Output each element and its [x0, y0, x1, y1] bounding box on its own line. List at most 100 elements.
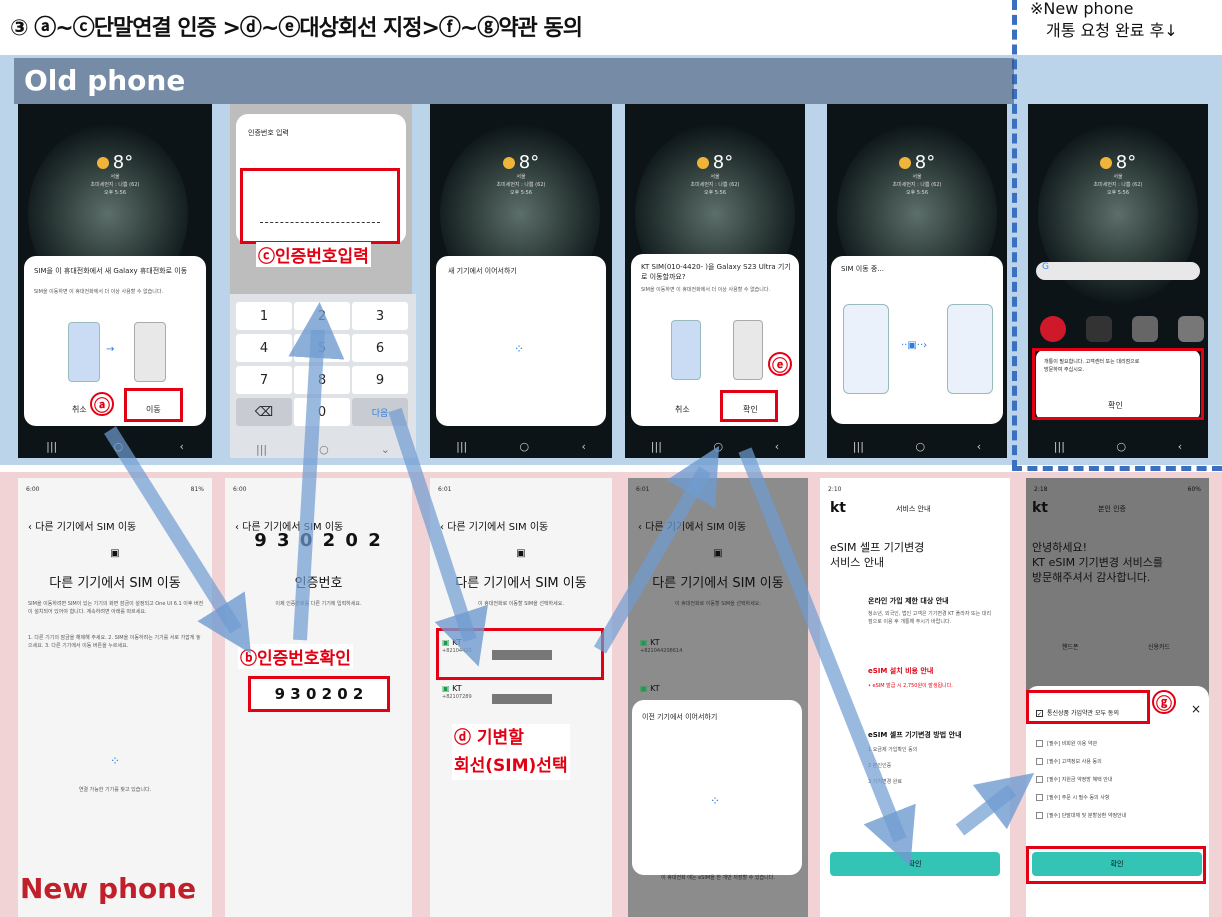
- new-phone-label: New phone: [20, 872, 197, 905]
- old-phone-screen-3: 8° 서울 초미세먼지 : 나쁨 (62) 오후 5:56 새 기기에서 이어서하기 …: [430, 104, 612, 458]
- confirm-highlight: [1026, 846, 1206, 884]
- verification-code: 9 3 0 2 0 2: [254, 530, 383, 551]
- dialog-title: KT SIM(010-4420- )을 Galaxy S23 Ultra 기기로…: [641, 263, 791, 281]
- kt-logo: kt: [830, 500, 847, 516]
- back-icon[interactable]: ‹: [179, 440, 183, 453]
- searching-text: 연결 가능한 기기를 찾고 있습니다.: [78, 787, 152, 793]
- dialog-desc: SIM을 이동하면 이 휴대전화에서 더 이상 사용할 수 없습니다.: [641, 287, 771, 293]
- sheet-title: 이전 기기에서 이어서하기: [642, 713, 718, 721]
- mark-a: ⓐ: [90, 392, 114, 416]
- service-header: 서비스 안내: [896, 505, 931, 513]
- key-4[interactable]: 4: [236, 334, 292, 362]
- term-item[interactable]: [필수] 단말대체 및 분할상환 약정안내: [1036, 812, 1126, 819]
- weather-widget: 8° 서울 초미세먼지 : 나쁨 (62) 오후 5:56: [496, 152, 546, 196]
- note-line2: 개통 요청 완료 후↓: [1046, 21, 1178, 40]
- key-6[interactable]: 6: [352, 334, 408, 362]
- google-search-bar[interactable]: G: [1036, 262, 1200, 280]
- nav-bar: ||| ○ ‹: [650, 439, 780, 453]
- annot-c: ⓒ인증번호입력: [256, 242, 371, 267]
- term-item[interactable]: [필수] 주문 시 필수 동의 사항: [1036, 794, 1109, 801]
- temperature: 8°: [112, 152, 134, 173]
- next-key[interactable]: 다음: [352, 398, 408, 426]
- continue-sheet: 이전 기기에서 이어서하기 ⁘: [632, 700, 802, 875]
- screen-title: 다른 기기에서 SIM 이동: [49, 576, 181, 591]
- backspace-key[interactable]: ⌫: [236, 398, 292, 426]
- dialog-title: SIM을 이 휴대전화에서 새 Galaxy 휴대전화로 이동: [34, 267, 188, 275]
- key-9[interactable]: 9: [352, 366, 408, 394]
- sim-icon: ▣: [110, 548, 120, 559]
- cancel-button[interactable]: 취소: [675, 404, 690, 415]
- mark-g: ⓖ: [1152, 690, 1176, 714]
- activation-highlight: [1032, 348, 1204, 420]
- app-icon-play[interactable]: [1086, 316, 1112, 342]
- old-device-icon: [68, 322, 100, 382]
- continue-card: 새 기기에서 이어서하기 ⁘: [436, 256, 606, 426]
- service-title: eSIM 셀프 기기변경 서비스 안내: [830, 541, 925, 569]
- move-highlight: [124, 388, 183, 422]
- greeting: 안녕하세요! KT eSIM 기기변경 서비스를 방문해주셔서 감사합니다.: [1032, 541, 1164, 584]
- key-5[interactable]: 5: [294, 334, 350, 362]
- key-3[interactable]: 3: [352, 302, 408, 330]
- key-7[interactable]: 7: [236, 366, 292, 394]
- app-icon-1[interactable]: [1040, 316, 1066, 342]
- confirm-button[interactable]: 확인: [830, 852, 1000, 876]
- tab-credit-card[interactable]: 신용카드: [1148, 642, 1170, 651]
- transfer-icon: ··▣··›: [901, 340, 928, 351]
- weather-widget: 8° 서울 초미세먼지 : 나쁨 (62) 오후 5:56: [690, 152, 740, 196]
- old-phone-screen-2: 인증번호 입력 1 2 3 4 5 6 7 8 9 ⌫ 0 다음 ||| ○ ⌄: [230, 104, 416, 458]
- term-item[interactable]: [필수] 지원금 약정방 혜택 안내: [1036, 776, 1112, 783]
- air-quality: 초미세먼지 : 나쁨 (62): [90, 182, 140, 188]
- old-phone-screen-4: 8° 서울 초미세먼지 : 나쁨 (62) 오후 5:56 KT SIM(010-44…: [625, 104, 805, 458]
- app-folder-1[interactable]: [1132, 316, 1158, 342]
- sun-icon: [96, 157, 109, 169]
- cancel-button[interactable]: 취소: [72, 404, 87, 415]
- home-icon[interactable]: ○: [114, 440, 124, 453]
- close-icon[interactable]: ×: [1191, 702, 1201, 716]
- dialog-desc: SIM을 이동하면 이 휴대전화에서 더 이상 사용할 수 없습니다.: [34, 289, 164, 295]
- instruction-text: SIM을 이동하려면 SIM이 있는 기기의 화면 잠금이 설정되고 One U…: [28, 601, 204, 615]
- sim-option-2[interactable]: ▣ KT +82107289: [442, 684, 472, 701]
- annot-b: ⓑ인증번호확인: [238, 644, 353, 669]
- numeric-keypad: 1 2 3 4 5 6 7 8 9 ⌫ 0 다음 ||| ○ ⌄: [230, 294, 416, 458]
- nav-bar: ||| ○ ‹: [456, 439, 586, 453]
- loading-icon: ⁘: [109, 754, 121, 768]
- dashed-divider-horizontal: [1012, 466, 1222, 471]
- app-folder-2[interactable]: [1178, 316, 1204, 342]
- code-callout: 9 3 0 2 0 2: [248, 676, 390, 712]
- page-title: ③ ⓐ~ⓒ단말연결 인증 >ⓓ~ⓔ대상회선 지정>ⓕ~ⓖ약관 동의: [10, 16, 583, 41]
- sim-select-highlight: [436, 628, 604, 680]
- term-item[interactable]: [필수] 고객정보 사용 동의: [1036, 758, 1102, 765]
- header: ‹ 다른 기기에서 SIM 이동: [638, 522, 747, 533]
- old-phone-label: Old phone: [14, 58, 1014, 104]
- auth-header: 본인 인증: [1098, 505, 1126, 513]
- new-device-icon: [134, 322, 166, 382]
- status-time: 6:00: [26, 486, 40, 493]
- term-item[interactable]: [필수] 비회원 이용 약관: [1036, 740, 1097, 747]
- loading-icon: ⁘: [514, 342, 525, 356]
- city: 서울: [110, 174, 120, 180]
- moving-title: SIM 이동 중...: [841, 265, 884, 273]
- new-phone-screen-5: 2:10 kt 서비스 안내 eSIM 셀프 기기변경 서비스 안내 온라인 가입…: [820, 478, 1010, 917]
- header: ‹ 다른 기기에서 SIM 이동: [28, 522, 137, 533]
- note-line1: ※New phone: [1030, 0, 1134, 18]
- footnote: 이 휴대전화 에는 eSIM을 한 개만 저장할 수 있습니다.: [661, 875, 775, 881]
- key-0[interactable]: 0: [294, 398, 350, 426]
- header: ‹ 다른 기기에서 SIM 이동: [440, 522, 549, 533]
- pin-title: 인증번호 입력: [248, 129, 289, 137]
- tab-phone[interactable]: 핸드폰: [1062, 642, 1079, 651]
- key-8[interactable]: 8: [294, 366, 350, 394]
- status-battery: 81%: [190, 486, 204, 493]
- new-phone-screen-3: 6:01 ‹ 다른 기기에서 SIM 이동 ▣ 다른 기기에서 SIM 이동 이…: [430, 478, 612, 917]
- recents-icon[interactable]: |||: [46, 440, 57, 453]
- screen-title: 다른 기기에서 SIM 이동: [455, 576, 587, 591]
- agree-all-highlight: [1026, 690, 1150, 724]
- arrow-right-icon: →: [106, 344, 115, 355]
- mark-e: ⓔ: [768, 352, 792, 376]
- continue-title: 새 기기에서 이어서하기: [448, 267, 517, 275]
- old-phone-screen-5: 8° 서울 초미세먼지 : 나쁨 (62) 오후 5:56 SIM 이동 중... ·…: [827, 104, 1007, 458]
- clock: 오후 5:56: [103, 190, 127, 196]
- key-1[interactable]: 1: [236, 302, 292, 330]
- key-2[interactable]: 2: [294, 302, 350, 330]
- annot-d: ⓓ 기변할 회선(SIM)선택: [452, 724, 570, 780]
- confirm-highlight: [720, 390, 778, 422]
